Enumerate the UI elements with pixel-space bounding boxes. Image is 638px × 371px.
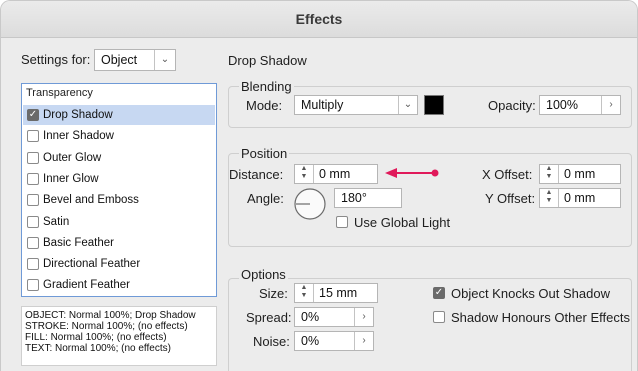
effect-list-item[interactable]: Bevel and Emboss <box>23 190 215 210</box>
effect-list-item[interactable]: Satin <box>23 212 215 232</box>
stepper-icon[interactable]: ▲ ▼ <box>295 284 314 302</box>
stepper-icon[interactable]: ▲ ▼ <box>540 189 559 207</box>
effect-label: Basic Feather <box>43 236 114 249</box>
size-label: Size: <box>259 286 288 301</box>
panel-title: Drop Shadow <box>228 53 307 68</box>
summary-line: TEXT: Normal 100%; (no effects) <box>25 343 171 354</box>
angle-field[interactable]: 180° <box>334 188 402 208</box>
effects-dialog: Effects Settings for: Object ⌄ Transpare… <box>0 0 638 371</box>
opacity-field[interactable]: 100% › <box>539 95 621 115</box>
effect-checkbox[interactable] <box>27 236 39 249</box>
effect-label: Gradient Feather <box>43 279 130 292</box>
effect-label: Outer Glow <box>43 151 102 164</box>
mode-dropdown[interactable]: Multiply ⌄ <box>294 95 418 115</box>
x-offset-label: X Offset: <box>482 167 533 182</box>
effect-checkbox[interactable] <box>27 258 39 271</box>
noise-value: 0% <box>301 334 320 348</box>
effect-checkbox[interactable]: ✓ <box>27 109 39 121</box>
effect-checkbox[interactable] <box>27 215 39 228</box>
x-offset-field[interactable]: ▲ ▼ 0 mm <box>539 164 621 184</box>
spread-value: 0% <box>301 310 320 324</box>
options-title: Options <box>239 267 288 282</box>
mode-label: Mode: <box>246 98 283 113</box>
effects-summary: OBJECT: Normal 100%; Drop Shadow STROKE:… <box>21 306 217 366</box>
effect-list-item[interactable]: Gradient Feather <box>23 275 215 295</box>
summary-line: OBJECT: Normal 100%; Drop Shadow <box>25 310 196 321</box>
chevron-right-icon[interactable]: › <box>354 308 373 326</box>
honours-label[interactable]: Shadow Honours Other Effects <box>451 310 630 325</box>
position-title: Position <box>239 146 290 161</box>
opacity-value: 100% <box>546 98 578 112</box>
window-title: Effects <box>1 1 637 38</box>
effect-list-item[interactable]: Basic Feather <box>23 233 215 253</box>
chevron-down-icon: ⌄ <box>154 50 175 70</box>
angle-label: Angle: <box>247 191 284 206</box>
distance-field[interactable]: ▲ ▼ 0 mm <box>294 164 378 184</box>
distance-value: 0 mm <box>319 167 351 181</box>
effect-label: Drop Shadow <box>43 109 113 121</box>
y-offset-value: 0 mm <box>564 191 596 205</box>
use-global-light-label[interactable]: Use Global Light <box>354 215 450 230</box>
list-header-transparency[interactable]: Transparency <box>26 87 93 99</box>
effect-label: Directional Feather <box>43 258 141 271</box>
opacity-label: Opacity: <box>488 98 536 113</box>
effect-list-item[interactable]: ✓ Drop Shadow <box>23 105 215 125</box>
summary-line: FILL: Normal 100%; (no effects) <box>25 332 167 343</box>
effect-list-item[interactable]: Outer Glow <box>23 148 215 168</box>
effect-label: Satin <box>43 215 70 228</box>
summary-line: STROKE: Normal 100%; (no effects) <box>25 321 188 332</box>
effect-checkbox[interactable] <box>27 279 39 292</box>
noise-field[interactable]: 0% › <box>294 331 374 351</box>
angle-value: 180° <box>341 191 367 205</box>
effect-checkbox[interactable] <box>27 172 39 185</box>
chevron-right-icon[interactable]: › <box>354 332 373 350</box>
size-value: 15 mm <box>319 286 358 300</box>
effect-label: Inner Shadow <box>43 130 114 143</box>
size-field[interactable]: ▲ ▼ 15 mm <box>294 283 378 303</box>
mode-value: Multiply <box>301 98 344 112</box>
knocks-out-label[interactable]: Object Knocks Out Shadow <box>451 286 610 301</box>
settings-for-label: Settings for: <box>21 52 91 67</box>
distance-label: Distance: <box>229 167 284 182</box>
stepper-icon[interactable]: ▲ ▼ <box>295 165 314 183</box>
spread-label: Spread: <box>246 310 292 325</box>
x-offset-value: 0 mm <box>564 167 596 181</box>
effect-checkbox[interactable] <box>27 151 39 164</box>
effect-list-item[interactable]: Directional Feather <box>23 254 215 274</box>
effect-checkbox[interactable] <box>27 194 39 207</box>
annotation-arrow-icon <box>385 168 439 178</box>
stepper-icon[interactable]: ▲ ▼ <box>540 165 559 183</box>
chevron-down-icon: ⌄ <box>398 96 417 114</box>
spread-field[interactable]: 0% › <box>294 307 374 327</box>
effect-checkbox[interactable] <box>27 130 39 143</box>
settings-for-value: Object <box>101 53 138 67</box>
chevron-right-icon[interactable]: › <box>601 96 620 114</box>
shadow-color-swatch[interactable] <box>424 95 444 115</box>
use-global-light-checkbox[interactable] <box>336 216 348 228</box>
noise-label: Noise: <box>253 334 290 349</box>
y-offset-field[interactable]: ▲ ▼ 0 mm <box>539 188 621 208</box>
honours-checkbox[interactable] <box>433 311 445 323</box>
effects-list: Transparency ✓ Drop Shadow Inner Shadow Out… <box>21 83 217 297</box>
effect-list-item[interactable]: Inner Glow <box>23 169 215 189</box>
blending-title: Blending <box>239 79 294 94</box>
effect-list-item[interactable]: Inner Shadow <box>23 126 215 146</box>
effect-label: Bevel and Emboss <box>43 194 139 207</box>
knocks-out-checkbox[interactable]: ✓ <box>433 287 445 299</box>
settings-for-dropdown[interactable]: Object ⌄ <box>94 49 176 71</box>
angle-dial[interactable] <box>293 187 327 221</box>
y-offset-label: Y Offset: <box>485 191 536 206</box>
effect-label: Inner Glow <box>43 172 99 185</box>
